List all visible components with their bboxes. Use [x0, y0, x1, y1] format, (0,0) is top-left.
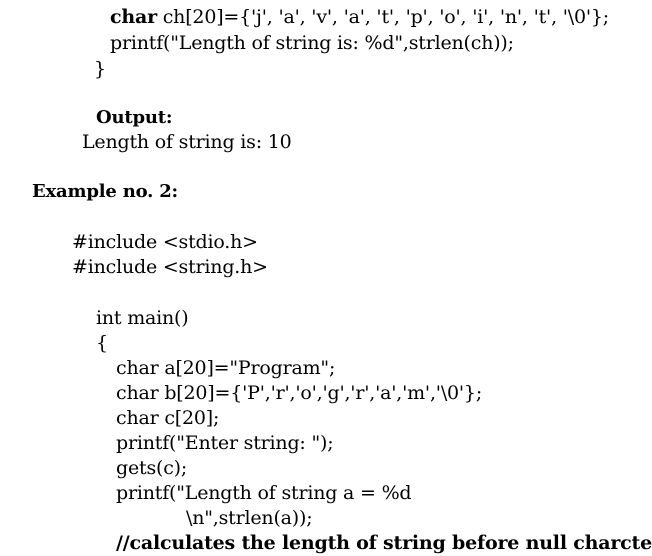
code-open-brace: { — [96, 332, 108, 354]
document-page: char ch[20]={'j', 'a', 'v', 'a', 't', 'p… — [0, 0, 652, 556]
code-line: printf("Length of string a = %d — [116, 482, 412, 504]
code-line: char a[20]="Program"; — [116, 357, 336, 379]
code-text: ch[20]={'j', 'a', 'v', 'a', 't', 'p', 'o… — [156, 6, 609, 28]
code-line: printf("Enter string: "); — [116, 432, 334, 454]
output-text: Length of string is: 10 — [82, 131, 292, 153]
code-line-continuation: \n",strlen(a)); — [186, 507, 313, 529]
code-closing-brace: } — [94, 58, 106, 80]
code-line-printf: printf("Length of string is: %d",strlen(… — [110, 32, 514, 54]
example-heading: Example no. 2: — [32, 181, 178, 202]
output-heading: Output: — [96, 107, 173, 128]
code-line-char-array: char ch[20]={'j', 'a', 'v', 'a', 't', 'p… — [110, 5, 609, 29]
code-line: char c[20]; — [116, 407, 220, 429]
code-include-stdio: #include <stdio.h> — [72, 231, 258, 253]
code-comment: //calculates the length of string before… — [116, 532, 652, 554]
code-keyword: char — [110, 6, 157, 28]
code-line: char b[20]={'P','r','o','g','r','a','m',… — [116, 382, 483, 404]
code-include-string: #include <string.h> — [72, 256, 268, 278]
code-main-declaration: int main() — [96, 307, 189, 329]
code-line: gets(c); — [116, 457, 188, 479]
